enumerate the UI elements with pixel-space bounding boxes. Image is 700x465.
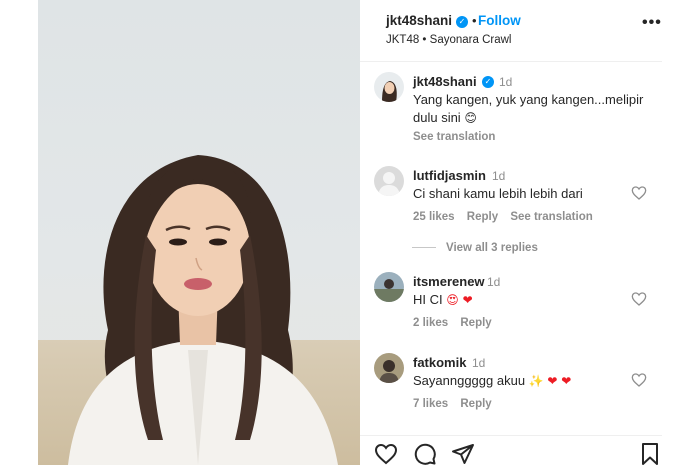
post-subtitle[interactable]: JKT48 • Sayonara Crawl xyxy=(386,34,511,46)
comment-meta: 25 likes Reply See translation xyxy=(413,211,602,223)
post-header: jkt48shani ✓ • Follow JKT48 • Sayonara C… xyxy=(360,0,662,62)
separator-dot: • xyxy=(472,13,477,28)
post-media[interactable] xyxy=(38,0,360,465)
sparkles-and-red-hearts-emoji: ✨ ❤ ❤ xyxy=(528,374,572,388)
bookmark-icon[interactable] xyxy=(638,442,662,465)
see-translation-link[interactable]: See translation xyxy=(510,211,592,223)
comment-time[interactable]: 1d xyxy=(487,275,500,289)
post-details-panel: jkt48shani ✓ • Follow JKT48 • Sayonara C… xyxy=(360,0,662,465)
comment-text: Sayannggggg akuu ✨ ❤ ❤ xyxy=(413,372,571,390)
likes-count[interactable]: 7 likes xyxy=(413,398,448,410)
caption-username[interactable]: jkt48shani xyxy=(413,74,477,89)
comment-meta: 2 likes Reply xyxy=(413,317,501,329)
caption-text-line2-words: dulu sini xyxy=(413,110,461,125)
follow-button[interactable]: Follow xyxy=(478,13,521,28)
comment-text-words: Sayannggggg akuu xyxy=(413,373,526,388)
avatar[interactable] xyxy=(374,272,404,302)
heart-icon[interactable] xyxy=(631,372,647,388)
caption-see-translation: See translation xyxy=(413,131,504,143)
comment-text-words: HI CI xyxy=(413,292,443,307)
action-bar xyxy=(360,435,662,465)
see-translation-link[interactable]: See translation xyxy=(413,131,495,143)
more-options-icon[interactable]: ••• xyxy=(642,14,662,32)
comment-time[interactable]: 1d xyxy=(472,356,485,370)
author-username[interactable]: jkt48shani xyxy=(386,13,452,28)
verified-badge-icon: ✓ xyxy=(456,16,468,28)
avatar[interactable] xyxy=(374,72,404,102)
heart-icon[interactable] xyxy=(374,442,398,465)
smiling-face-emoji: 😊 xyxy=(464,111,477,125)
comment-username[interactable]: lutfidjasmin xyxy=(413,168,486,183)
likes-count[interactable]: 25 likes xyxy=(413,211,455,223)
reply-button[interactable]: Reply xyxy=(460,398,491,410)
comment-text: Ci shani kamu lebih lebih dari xyxy=(413,186,583,201)
heart-icon[interactable] xyxy=(631,291,647,307)
view-replies-link[interactable]: View all 3 replies xyxy=(412,242,538,254)
likes-count[interactable]: 2 likes xyxy=(413,317,448,329)
comment-time[interactable]: 1d xyxy=(492,169,505,183)
comment-text: HI CI 😍 ❤ xyxy=(413,291,473,309)
comment-bubble-icon[interactable] xyxy=(413,442,437,465)
comment-username[interactable]: fatkomik xyxy=(413,355,466,370)
caption-text-line2: dulu sini 😊 xyxy=(413,109,477,127)
comment-username[interactable]: itsmerenew xyxy=(413,274,485,289)
reply-button[interactable]: Reply xyxy=(460,317,491,329)
paper-plane-icon[interactable] xyxy=(451,442,475,465)
heart-eyes-and-red-heart-emoji: 😍 ❤ xyxy=(446,293,473,307)
reply-button[interactable]: Reply xyxy=(467,211,498,223)
heart-icon[interactable] xyxy=(631,185,647,201)
avatar[interactable] xyxy=(374,353,404,383)
post-photo xyxy=(68,155,338,465)
avatar[interactable] xyxy=(374,166,404,196)
comment-meta: 7 likes Reply xyxy=(413,398,501,410)
caption-text-line1: Yang kangen, yuk yang kangen...melipir xyxy=(413,92,644,107)
caption-time[interactable]: 1d xyxy=(499,75,512,89)
verified-badge-icon: ✓ xyxy=(482,76,494,88)
